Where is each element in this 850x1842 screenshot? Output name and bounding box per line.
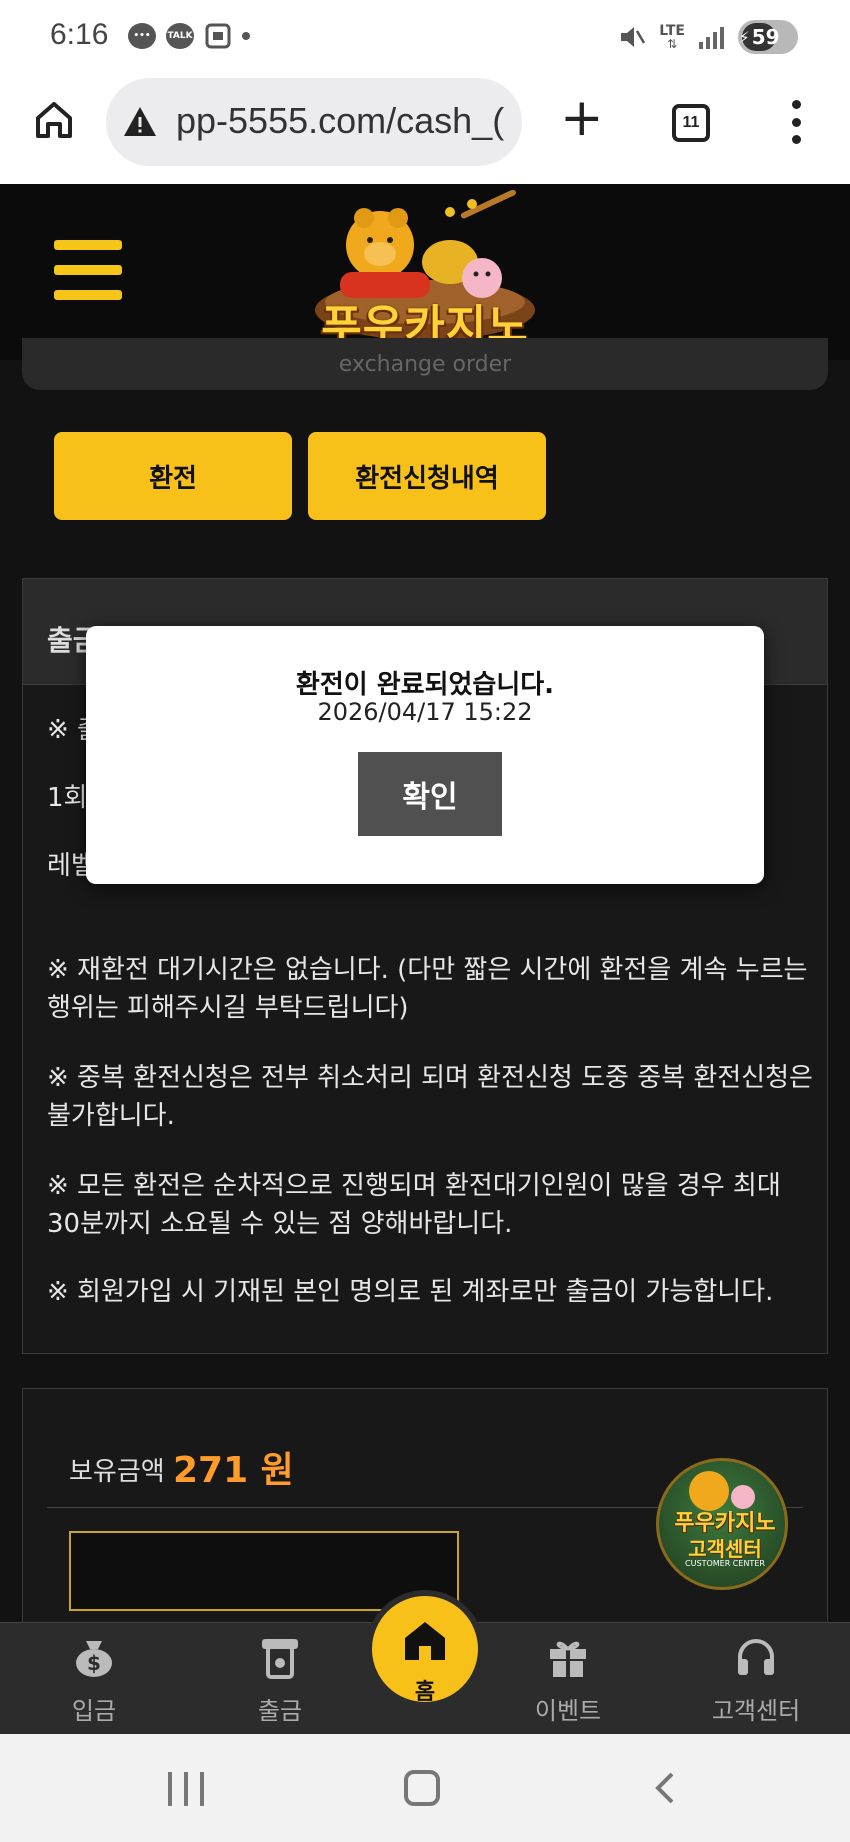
headset-icon <box>738 1639 774 1675</box>
status-time: 6:16 <box>50 18 109 51</box>
browser-toolbar: pp-5555.com/cash_( + 11 <box>0 74 850 184</box>
badge-subtitle: 고객센터 <box>688 1537 762 1561</box>
tab-exchange[interactable]: 환전 <box>54 432 292 520</box>
url-text[interactable]: pp-5555.com/cash_( <box>176 100 504 142</box>
balance-label: 보유금액 <box>69 1457 165 1487</box>
customer-center-badge[interactable]: 푸우카지노 고객센터 CUSTOMER CENTER <box>656 1458 788 1590</box>
notice-line: ※ 중복 환전신청은 전부 취소처리 되며 환전신청 도중 중복 환전신청은 불… <box>47 1063 813 1131</box>
dialog-timestamp: 2026/04/17 15:22 <box>317 698 533 726</box>
confirm-button[interactable]: 확인 <box>358 752 502 836</box>
message-icon: ••• <box>128 23 156 49</box>
android-home-icon[interactable] <box>404 1770 440 1806</box>
tab-switcher-button[interactable]: 11 <box>672 104 710 142</box>
notice-line: ※ 모든 환전은 순차적으로 진행되며 환전대기인원이 많을 경우 최대 30분… <box>47 1171 781 1239</box>
signal-icon <box>699 25 724 49</box>
browser-home-icon[interactable] <box>32 98 76 142</box>
back-icon[interactable] <box>648 1770 684 1806</box>
badge-english: CUSTOMER CENTER <box>685 1559 765 1568</box>
url-bar[interactable]: pp-5555.com/cash_( <box>106 78 522 166</box>
nav-home[interactable]: 홈 <box>366 1590 484 1708</box>
status-bar: 6:16 ••• TALK LTE ⇅ ⚡ 59 <box>0 0 850 74</box>
atm-icon <box>262 1639 298 1679</box>
confirm-dialog: 환전이 완료되었습니다. 2026/04/17 15:22 확인 <box>86 626 764 884</box>
warning-icon[interactable] <box>122 104 158 140</box>
order-strip: exchange order <box>22 338 828 390</box>
money-bag-icon: $ <box>76 1641 112 1677</box>
home-icon <box>405 1622 445 1660</box>
system-icons: LTE ⇅ ⚡ 59 <box>617 20 798 54</box>
battery-indicator: ⚡ 59 <box>738 20 798 54</box>
nav-withdraw[interactable]: 출금 <box>220 1633 340 1726</box>
nav-support[interactable]: 고객센터 <box>696 1633 816 1726</box>
svg-text:$: $ <box>87 1651 101 1675</box>
new-tab-icon[interactable]: + <box>560 92 604 144</box>
charging-icon: ⚡ 59 <box>738 23 780 51</box>
recent-apps-icon[interactable] <box>168 1772 204 1806</box>
notification-icons: ••• TALK <box>128 22 250 50</box>
order-subtitle: exchange order <box>338 352 512 377</box>
gift-icon <box>550 1641 586 1677</box>
more-notifications-dot <box>242 32 250 40</box>
android-nav-bar <box>0 1734 850 1842</box>
browser-menu-icon[interactable] <box>790 100 802 144</box>
notice-line: ※ 회원가입 시 기재된 본인 명의로 된 계좌로만 출금이 가능합니다. <box>47 1277 774 1307</box>
site-header: 푸우카지노 <box>0 184 850 360</box>
network-indicator: LTE ⇅ <box>659 23 685 51</box>
tab-exchange-history[interactable]: 환전신청내역 <box>308 432 546 520</box>
nav-deposit[interactable]: $ 입금 <box>34 1633 154 1726</box>
mute-icon <box>621 27 646 47</box>
notice-line: ※ 재환전 대기시간은 없습니다. (다만 짧은 시간에 환전을 계속 누르는 … <box>47 955 808 1023</box>
hamburger-menu-icon[interactable] <box>54 240 122 300</box>
nav-event[interactable]: 이벤트 <box>508 1633 628 1726</box>
screenshot-icon <box>205 23 231 49</box>
dialog-message: 환전이 완료되었습니다. <box>295 670 555 700</box>
balance-amount: 271 원 <box>173 1450 294 1491</box>
kakaotalk-icon: TALK <box>166 23 194 49</box>
